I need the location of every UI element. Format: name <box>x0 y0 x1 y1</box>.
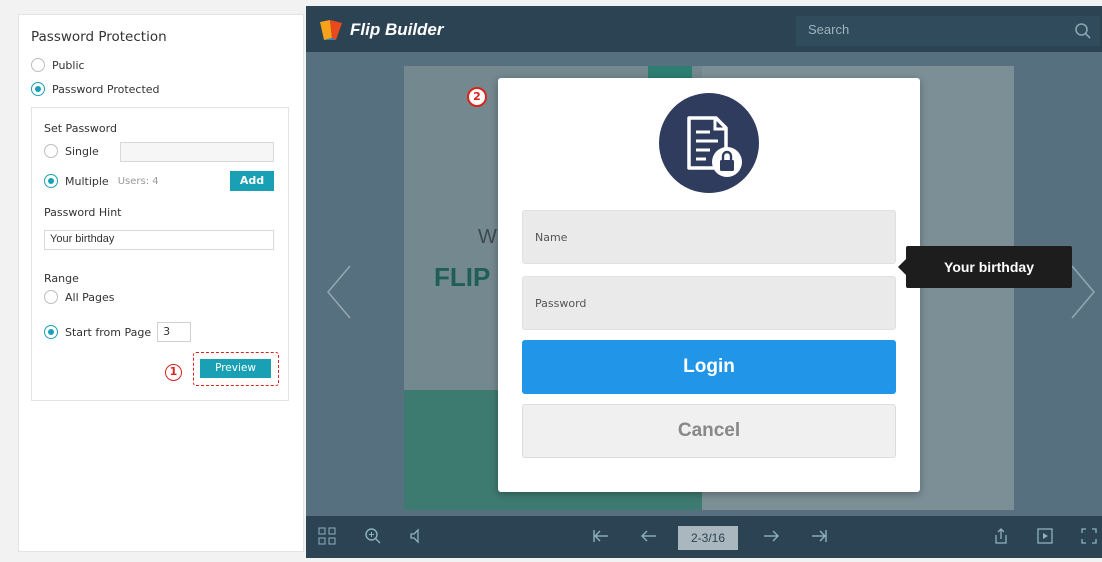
zoom-in-icon[interactable] <box>364 527 382 545</box>
all-pages-option[interactable]: All Pages <box>44 290 115 304</box>
start-from-page-radio[interactable] <box>44 325 58 339</box>
start-page-input[interactable]: 3 <box>157 322 192 342</box>
prev-page-arrow-icon[interactable] <box>324 262 354 322</box>
first-page-icon[interactable] <box>592 527 610 545</box>
flipbuilder-logo-icon <box>320 20 342 40</box>
password-options-box: Set Password Single Multiple Users: 4 Ad… <box>31 107 289 401</box>
password-hint-tooltip: Your birthday <box>898 246 1072 288</box>
brand-name: Flip Builder <box>350 20 444 39</box>
thumbnails-icon[interactable] <box>318 527 336 545</box>
login-button[interactable]: Login <box>522 340 896 394</box>
single-password-input[interactable] <box>120 142 274 162</box>
app-root: Password Protection Public Password Prot… <box>0 0 1102 562</box>
step-1-marker: 1 <box>165 364 182 381</box>
password-hint-input[interactable]: Your birthday <box>44 230 274 250</box>
public-option[interactable]: Public <box>31 58 85 72</box>
multiple-label: Multiple <box>65 174 109 188</box>
name-input[interactable]: Name <box>522 210 896 264</box>
preview-highlight: Preview <box>193 352 279 386</box>
password-hint-label: Password Hint <box>44 206 122 219</box>
fullscreen-icon[interactable] <box>1080 527 1098 545</box>
previous-page-icon[interactable] <box>640 527 658 545</box>
password-settings-panel: Password Protection Public Password Prot… <box>18 14 304 552</box>
cancel-button[interactable]: Cancel <box>522 404 896 458</box>
search-icon[interactable] <box>1074 22 1092 40</box>
multiple-radio[interactable] <box>44 174 58 188</box>
protected-document-icon <box>659 93 759 193</box>
page-text-w: W <box>478 226 497 248</box>
next-page-arrow-icon[interactable] <box>1068 262 1098 322</box>
password-protected-option[interactable]: Password Protected <box>31 82 160 96</box>
password-protected-radio[interactable] <box>31 82 45 96</box>
set-password-label: Set Password <box>44 122 117 135</box>
search-placeholder: Search <box>808 22 850 37</box>
page-number-indicator[interactable]: 2-3/16 <box>678 526 738 550</box>
last-page-icon[interactable] <box>810 527 828 545</box>
password-protected-label: Password Protected <box>52 82 160 96</box>
next-page-icon[interactable] <box>762 527 780 545</box>
share-icon[interactable] <box>992 527 1010 545</box>
autoplay-icon[interactable] <box>1036 527 1054 545</box>
all-pages-label: All Pages <box>65 290 115 304</box>
single-label: Single <box>65 144 99 158</box>
viewer-bottom-bar: 2-3/16 <box>306 516 1102 558</box>
brand-logo: Flip Builder <box>318 18 444 42</box>
multiple-option[interactable]: Multiple Users: 4 <box>44 174 159 188</box>
range-label: Range <box>44 272 79 285</box>
preview-button[interactable]: Preview <box>200 359 271 378</box>
password-input[interactable]: Password <box>522 276 896 330</box>
start-from-page-option[interactable]: Start from Page 3 <box>44 322 192 342</box>
single-option[interactable]: Single <box>44 144 99 158</box>
panel-title: Password Protection <box>31 29 167 45</box>
public-radio[interactable] <box>31 58 45 72</box>
sound-icon[interactable] <box>408 527 426 545</box>
add-users-button[interactable]: Add <box>230 171 274 191</box>
start-from-page-label: Start from Page <box>65 325 152 339</box>
all-pages-radio[interactable] <box>44 290 58 304</box>
users-count: Users: 4 <box>117 175 159 187</box>
step-2-marker: 2 <box>467 87 487 107</box>
page-text-flip: FLIP <box>434 262 491 292</box>
public-label: Public <box>52 58 85 72</box>
login-dialog: Name Password Login Cancel <box>498 78 920 492</box>
single-radio[interactable] <box>44 144 58 158</box>
search-input[interactable]: Search <box>796 16 1100 46</box>
viewer-top-bar: Flip Builder Search <box>306 6 1102 52</box>
